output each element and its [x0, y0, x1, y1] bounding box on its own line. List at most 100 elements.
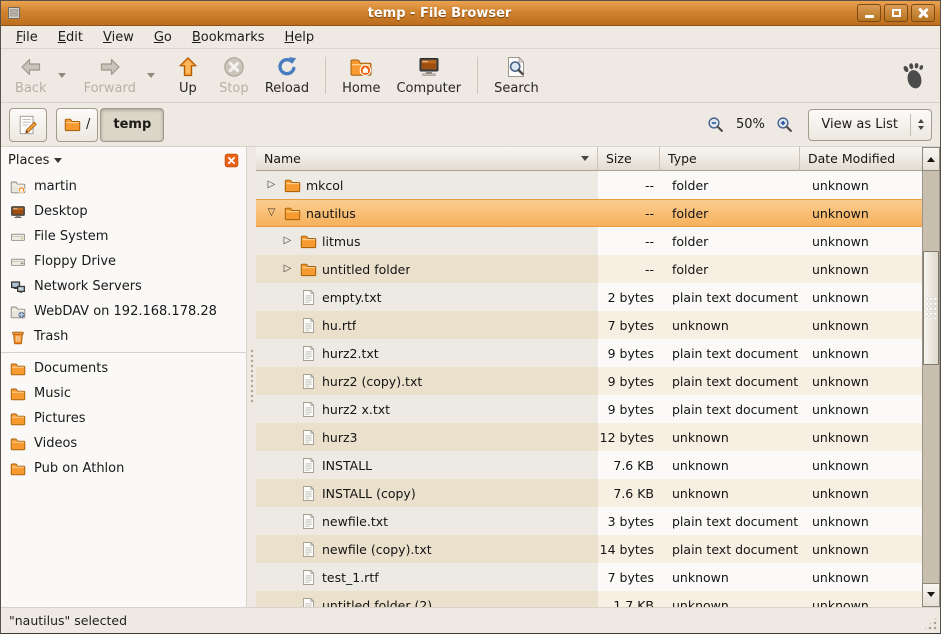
sidebar-item-documents[interactable]: Documents — [1, 356, 246, 381]
cell-date-modified: unknown — [800, 339, 922, 367]
expander-expanded-icon[interactable]: ▽ — [264, 208, 279, 218]
cell-size: -- — [598, 227, 660, 255]
file-row-hurz2-copy-txt[interactable]: hurz2 (copy).txt9 bytesplain text docume… — [256, 367, 922, 395]
expander-collapsed-icon[interactable]: ▷ — [264, 180, 279, 190]
scroll-down-button[interactable] — [922, 583, 940, 607]
file-icon — [300, 597, 317, 608]
cell-name: hurz3 — [256, 423, 598, 451]
minimize-button[interactable] — [857, 4, 881, 22]
splitter-grip-icon — [250, 349, 254, 405]
folder-icon — [284, 205, 301, 222]
cell-name: ▷mkcol — [256, 171, 598, 199]
sidebar-item-trash[interactable]: Trash — [1, 324, 246, 349]
zoom-in-button[interactable] — [776, 116, 793, 133]
titlebar[interactable]: temp - File Browser — [1, 1, 940, 26]
network-icon — [10, 279, 26, 295]
menu-file[interactable]: File — [7, 28, 47, 47]
file-row-litmus[interactable]: ▷litmus--folderunknown — [256, 227, 922, 255]
column-header-size[interactable]: Size — [598, 147, 660, 171]
scrollbar-trough[interactable] — [922, 171, 940, 583]
cell-type: unknown — [660, 479, 800, 507]
scrollbar-thumb[interactable] — [923, 251, 939, 365]
file-row-hurz3[interactable]: hurz312 bytesunknownunknown — [256, 423, 922, 451]
forward-dropdown-arrow[interactable] — [144, 52, 159, 99]
cell-date-modified: unknown — [800, 311, 922, 339]
file-row-untitled-folder[interactable]: ▷untitled folder--folderunknown — [256, 255, 922, 283]
window-resize-grip[interactable] — [923, 616, 938, 631]
view-selector[interactable]: View as List — [808, 109, 932, 141]
zoom-controls: 50% — [707, 116, 793, 133]
cell-date-modified: unknown — [800, 451, 922, 479]
sidebar-item-floppy-drive[interactable]: Floppy Drive — [1, 249, 246, 274]
cell-name: ▷untitled folder — [256, 255, 598, 283]
menu-edit[interactable]: Edit — [49, 28, 92, 47]
file-row-mkcol[interactable]: ▷mkcol--folderunknown — [256, 171, 922, 199]
file-row-nautilus[interactable]: ▽nautilus--folderunknown — [256, 199, 922, 227]
menu-help[interactable]: Help — [276, 28, 324, 47]
zoom-out-button[interactable] — [707, 116, 724, 133]
menubar: FileEditViewGoBookmarksHelp — [1, 26, 940, 49]
file-list-view: NameSizeTypeDate Modified ▷mkcol--folder… — [256, 147, 940, 607]
close-button[interactable] — [911, 4, 935, 22]
scroll-up-button[interactable] — [922, 147, 940, 171]
file-row-test-1-rtf[interactable]: test_1.rtf7 bytesunknownunknown — [256, 563, 922, 591]
folder-icon — [300, 261, 317, 278]
places-label[interactable]: Places — [8, 153, 49, 168]
cell-size: 9 bytes — [598, 367, 660, 395]
sidebar-item-martin[interactable]: martin — [1, 174, 246, 199]
trash-icon — [10, 329, 26, 345]
cell-type: unknown — [660, 311, 800, 339]
list-header: NameSizeTypeDate Modified — [256, 147, 922, 171]
maximize-button[interactable] — [884, 4, 908, 22]
sidebar-item-pictures[interactable]: Pictures — [1, 406, 246, 431]
file-row-install-copy[interactable]: INSTALL (copy)7.6 KBunknownunknown — [256, 479, 922, 507]
file-icon — [300, 429, 317, 446]
sidebar-item-webdav-on-192-168-178-28[interactable]: WebDAV on 192.168.178.28 — [1, 299, 246, 324]
file-row-install[interactable]: INSTALL7.6 KBunknownunknown — [256, 451, 922, 479]
file-row-hu-rtf[interactable]: hu.rtf7 bytesunknownunknown — [256, 311, 922, 339]
stop-button[interactable]: Stop — [211, 52, 257, 99]
sidebar-items: martinDesktopFile SystemFloppy DriveNetw… — [1, 174, 246, 481]
sidebar-item-videos[interactable]: Videos — [1, 431, 246, 456]
home-button[interactable]: Home — [334, 52, 388, 99]
places-dropdown-icon[interactable] — [54, 158, 62, 167]
back-button[interactable]: Back — [7, 52, 55, 99]
file-row-hurz2-txt[interactable]: hurz2.txt9 bytesplain text documentunkno… — [256, 339, 922, 367]
back-dropdown-arrow[interactable] — [55, 52, 70, 99]
toolbar-group-up: Up — [165, 52, 211, 99]
pane-splitter[interactable] — [247, 147, 256, 607]
path-label: temp — [113, 117, 151, 132]
menu-view[interactable]: View — [94, 28, 143, 47]
forward-button[interactable]: Forward — [76, 52, 144, 99]
file-row-empty-txt[interactable]: empty.txt2 bytesplain text documentunkno… — [256, 283, 922, 311]
menu-go[interactable]: Go — [145, 28, 181, 47]
expander-collapsed-icon[interactable]: ▷ — [280, 264, 295, 274]
file-row-hurz2-x-txt[interactable]: hurz2 x.txt9 bytesplain text documentunk… — [256, 395, 922, 423]
sidebar-item-pub-on-athlon[interactable]: Pub on Athlon — [1, 456, 246, 481]
computer-button[interactable]: Computer — [388, 52, 469, 99]
folder-icon — [10, 461, 26, 477]
cell-date-modified: unknown — [800, 563, 922, 591]
edit-location-button[interactable] — [9, 108, 47, 142]
menu-bookmarks[interactable]: Bookmarks — [183, 28, 274, 47]
search-button[interactable]: Search — [486, 52, 547, 99]
cell-name: test_1.rtf — [256, 563, 598, 591]
expander-collapsed-icon[interactable]: ▷ — [280, 236, 295, 246]
up-icon — [176, 55, 200, 79]
up-button[interactable]: Up — [165, 52, 211, 99]
sidebar-item-network-servers[interactable]: Network Servers — [1, 274, 246, 299]
sidebar-item-desktop[interactable]: Desktop — [1, 199, 246, 224]
sidebar-close-button[interactable] — [224, 153, 239, 168]
path-button-temp[interactable]: temp — [100, 108, 164, 142]
column-header-modified[interactable]: Date Modified — [800, 147, 922, 171]
file-row-newfile-copy-txt[interactable]: newfile (copy).txt14 bytesplain text doc… — [256, 535, 922, 563]
sidebar-item-file-system[interactable]: File System — [1, 224, 246, 249]
file-row-untitled-folder-2[interactable]: untitled folder (2)1.7 KBunknownunknown — [256, 591, 922, 607]
column-header-type[interactable]: Type — [660, 147, 800, 171]
file-row-newfile-txt[interactable]: newfile.txt3 bytesplain text documentunk… — [256, 507, 922, 535]
vertical-scrollbar[interactable] — [922, 147, 940, 607]
path-button-root[interactable]: / — [56, 108, 98, 142]
sidebar-item-music[interactable]: Music — [1, 381, 246, 406]
reload-button[interactable]: Reload — [257, 52, 317, 99]
column-header-name[interactable]: Name — [256, 147, 598, 171]
